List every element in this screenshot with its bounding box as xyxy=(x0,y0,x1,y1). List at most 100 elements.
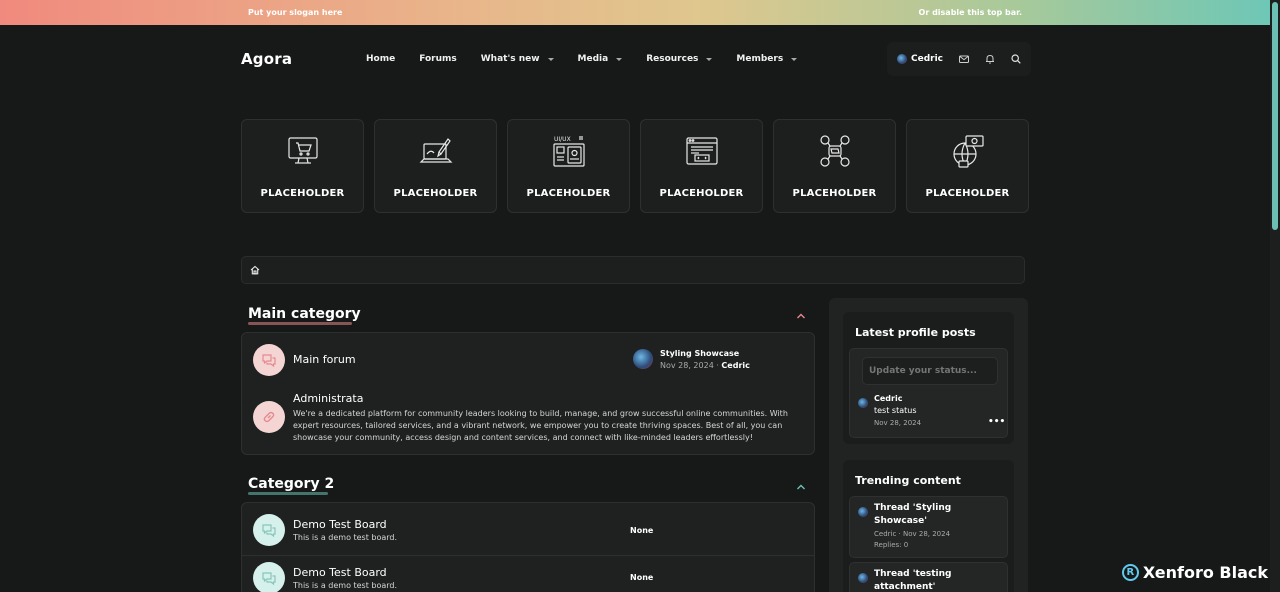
forum-description: This is a demo test board. xyxy=(293,533,398,542)
trending-title: Trending content xyxy=(855,474,961,487)
profile-posts-inner: Cedric test status Nov 28, 2024 ••• xyxy=(849,348,1008,438)
nav-home-label: Home xyxy=(366,54,396,64)
nav-members-label: Members xyxy=(736,54,784,64)
laptop-pen-icon xyxy=(419,138,452,163)
chevron-down-icon[interactable] xyxy=(547,57,554,61)
category-title[interactable]: Main category xyxy=(248,306,361,322)
last-post[interactable]: Styling Showcase Nov 28, 2024 · Cedric xyxy=(633,349,750,370)
feature-tile[interactable]: PLACEHOLDER xyxy=(640,119,763,213)
watermark-text: Xenforo Black xyxy=(1142,563,1268,582)
nav-media-label: Media xyxy=(577,54,609,64)
ui-ux-icon: UI/UX xyxy=(552,136,585,167)
slogan-text: Put your slogan here xyxy=(248,8,343,17)
nav-whats-new[interactable]: What's new xyxy=(481,54,554,64)
feature-tile[interactable]: PLACEHOLDER xyxy=(374,119,497,213)
category-underline xyxy=(248,492,328,495)
avatar xyxy=(633,349,653,369)
nav-resources-label: Resources xyxy=(646,54,699,64)
top-bar: Put your slogan here Or disable this top… xyxy=(0,0,1270,25)
chevron-up-icon[interactable] xyxy=(796,482,806,492)
breadcrumb xyxy=(241,256,1025,284)
chat-bubbles-icon xyxy=(253,514,285,546)
shop-monitor-icon xyxy=(287,137,318,164)
user-name-link[interactable]: Cedric xyxy=(911,54,943,64)
last-post-none: None xyxy=(630,573,654,582)
trending-entry: Thread 'Styling Showcase' Cedric · Nov 2… xyxy=(858,503,951,549)
forum-node[interactable]: Main forum xyxy=(253,344,356,376)
forum-description: This is a demo test board. xyxy=(293,581,398,590)
avatar[interactable] xyxy=(858,507,868,517)
nav-members[interactable]: Members xyxy=(736,54,798,64)
trending-item[interactable]: Thread 'Styling Showcase' Cedric · Nov 2… xyxy=(849,496,1008,558)
trending-meta: Cedric · Nov 28, 2024 xyxy=(874,530,951,538)
category-underline xyxy=(248,322,352,325)
svg-text:UI/UX: UI/UX xyxy=(554,136,571,143)
tile-label: PLACEHOLDER xyxy=(925,188,1010,199)
profile-post: Cedric test status Nov 28, 2024 xyxy=(858,394,921,427)
post-author[interactable]: Cedric xyxy=(874,394,921,403)
envelope-icon[interactable] xyxy=(959,54,969,64)
forum-title[interactable]: Administrata xyxy=(293,392,803,405)
tile-label: PLACEHOLDER xyxy=(792,188,877,199)
registered-icon: R xyxy=(1121,564,1139,581)
chevron-down-icon[interactable] xyxy=(706,57,713,61)
scrollbar-track[interactable] xyxy=(1270,0,1280,592)
post-date[interactable]: Nov 28, 2024 xyxy=(874,419,921,427)
tile-label: PLACEHOLDER xyxy=(393,188,478,199)
chat-bubbles-icon xyxy=(253,562,285,592)
profile-posts-title: Latest profile posts xyxy=(855,326,976,339)
nav-resources[interactable]: Resources xyxy=(646,54,713,64)
user-area: Cedric xyxy=(886,42,1031,76)
scrollbar-thumb[interactable] xyxy=(1272,2,1278,230)
feature-tile[interactable]: PLACEHOLDER xyxy=(906,119,1029,213)
trending-title-line1[interactable]: Thread 'testing xyxy=(874,569,952,579)
sidebar: Latest profile posts Cedric test status … xyxy=(829,298,1028,592)
forum-title[interactable]: Demo Test Board xyxy=(293,518,397,531)
forum-title[interactable]: Demo Test Board xyxy=(293,566,397,579)
feature-tile[interactable]: UI/UX PLACEHOLDER xyxy=(507,119,630,213)
nav-whats-new-label: What's new xyxy=(480,54,540,64)
more-options-icon[interactable]: ••• xyxy=(988,417,1005,427)
watermark: R Xenforo Black xyxy=(1121,563,1268,582)
avatar[interactable] xyxy=(858,573,868,583)
trending-replies: Replies: 0 xyxy=(874,541,909,549)
last-post-title[interactable]: Styling Showcase xyxy=(660,349,750,358)
tile-label: PLACEHOLDER xyxy=(659,188,744,199)
tile-label: PLACEHOLDER xyxy=(260,188,345,199)
bell-icon[interactable] xyxy=(985,54,995,64)
feature-tile[interactable]: PLACEHOLDER xyxy=(241,119,364,213)
post-text: test status xyxy=(874,406,917,415)
trending-title-line2[interactable]: attachment' xyxy=(874,582,952,592)
trending-block: Trending content Thread 'Styling Showcas… xyxy=(843,460,1014,592)
search-icon[interactable] xyxy=(1011,54,1021,64)
nav-forums-label: Forums xyxy=(419,54,457,64)
category-title[interactable]: Category 2 xyxy=(248,476,334,492)
category-block: Demo Test Board This is a demo test boar… xyxy=(241,502,815,592)
forum-node[interactable]: Administrata We're a dedicated platform … xyxy=(253,392,803,444)
avatar[interactable] xyxy=(858,398,868,408)
site-logo[interactable]: Agora xyxy=(241,50,366,68)
nav-home[interactable]: Home xyxy=(366,54,395,64)
forum-node[interactable]: Demo Test Board This is a demo test boar… xyxy=(253,514,397,546)
avatar[interactable] xyxy=(896,54,907,64)
trending-title-line2[interactable]: Showcase' xyxy=(874,516,951,526)
feature-tile[interactable]: PLACEHOLDER xyxy=(773,119,896,213)
last-post-none: None xyxy=(630,526,654,535)
chevron-down-icon[interactable] xyxy=(791,57,798,61)
category-block: Main forum Styling Showcase Nov 28, 2024… xyxy=(241,332,815,455)
trending-title-line1[interactable]: Thread 'Styling xyxy=(874,503,951,513)
last-post-date: Nov 28, 2024 xyxy=(660,361,714,370)
trending-entry: Thread 'testing attachment' xyxy=(858,569,952,592)
status-input[interactable] xyxy=(862,357,998,385)
home-icon[interactable] xyxy=(250,265,260,275)
chevron-down-icon[interactable] xyxy=(616,57,623,61)
nav-forums[interactable]: Forums xyxy=(419,54,457,64)
forum-title[interactable]: Main forum xyxy=(293,353,356,366)
nav-media[interactable]: Media xyxy=(578,54,623,64)
last-post-user[interactable]: Cedric xyxy=(721,361,749,370)
chevron-up-icon[interactable] xyxy=(796,311,806,321)
globe-money-icon xyxy=(952,135,984,168)
trending-item[interactable]: Thread 'testing attachment' xyxy=(849,562,1008,592)
social-network-icon xyxy=(819,135,850,167)
forum-node[interactable]: Demo Test Board This is a demo test boar… xyxy=(253,562,397,592)
